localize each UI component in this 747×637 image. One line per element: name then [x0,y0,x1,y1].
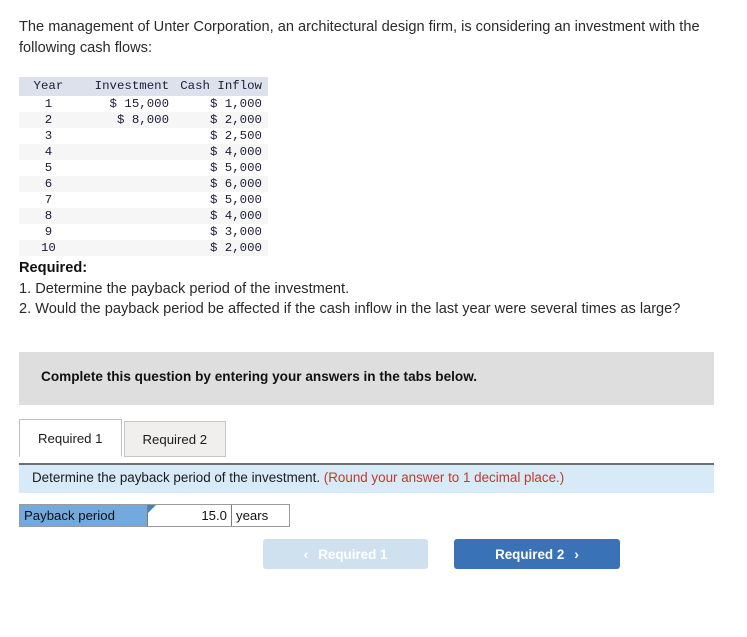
tab-required-2-label: Required 2 [142,431,208,447]
cell-cash-inflow: $ 5,000 [175,160,268,176]
chevron-left-icon: ‹ [303,546,309,562]
cell-cash-inflow: $ 4,000 [175,208,268,224]
cell-year: 8 [19,208,80,224]
cell-year: 9 [19,224,80,240]
cell-cash-inflow: $ 5,000 [175,192,268,208]
next-required-2-button[interactable]: Required 2 › [454,539,620,569]
cell-year: 3 [19,128,80,144]
cell-cash-inflow: $ 2,000 [175,240,268,256]
cell-year: 4 [19,144,80,160]
table-header-row: Year Investment Cash Inflow [19,77,268,96]
tab-required-1-label: Required 1 [38,430,103,446]
column-header-cash-inflow: Cash Inflow [175,77,268,96]
answer-label: Payback period [20,505,147,526]
required-item-2: 2. Would the payback period be affected … [19,301,681,317]
cell-investment [79,208,176,224]
cell-year: 7 [19,192,80,208]
cash-flow-table-wrapper: Year Investment Cash Inflow 1 $ 15,000 $… [19,77,268,256]
cell-investment [79,224,176,240]
question-prompt-wrapper: Determine the payback period of the inve… [32,470,564,485]
table-row: 2 $ 8,000 $ 2,000 [19,112,268,128]
cell-year: 6 [19,176,80,192]
tab-bar: Required 1 Required 2 [19,417,227,457]
answer-unit: years [236,508,269,523]
required-section: Required: 1. Determine the payback perio… [19,258,719,320]
cell-cash-inflow: $ 2,500 [175,128,268,144]
table-row: 5 $ 5,000 [19,160,268,176]
table-row: 8 $ 4,000 [19,208,268,224]
cell-cash-inflow: $ 1,000 [175,96,268,112]
required-item-1: 1. Determine the payback period of the i… [19,280,350,297]
intro-paragraph: The management of Unter Corporation, an … [19,19,700,56]
table-row: 6 $ 6,000 [19,176,268,192]
table-row: 10 $ 2,000 [19,240,268,256]
table-row: 4 $ 4,000 [19,144,268,160]
cell-cash-inflow: $ 6,000 [175,176,268,192]
instruction-banner-text: Complete this question by entering your … [41,369,478,384]
answer-row: Payback period 15.0 years [19,504,290,527]
cash-flow-table: Year Investment Cash Inflow 1 $ 15,000 $… [19,77,268,256]
payback-period-input[interactable]: 15.0 [147,505,232,526]
cash-flow-table-body: 1 $ 15,000 $ 1,000 2 $ 8,000 $ 2,000 3 $… [19,96,268,256]
chevron-right-icon: › [574,546,579,562]
next-button-label: Required 2 [495,546,565,562]
tab-required-2[interactable]: Required 2 [123,421,227,457]
cell-comment-flag-icon [148,505,156,513]
prev-button-label: Required 1 [318,546,388,562]
cell-cash-inflow: $ 4,000 [175,144,268,160]
cell-cash-inflow: $ 2,000 [175,112,268,128]
cell-year: 1 [19,96,80,112]
cell-year: 10 [19,240,80,256]
cell-investment [79,144,176,160]
question-prompt-text: Determine the payback period of the inve… [32,470,321,485]
required-heading: Required: [19,260,88,276]
instruction-banner: Complete this question by entering your … [19,352,714,405]
prev-required-1-button[interactable]: ‹ Required 1 [263,539,428,569]
column-header-year: Year [19,77,80,96]
payback-period-value: 15.0 [201,508,227,523]
cell-investment [79,160,176,176]
cell-investment: $ 8,000 [79,112,176,128]
cell-investment [79,128,176,144]
rounding-hint: (Round your answer to 1 decimal place.) [323,470,565,485]
question-prompt-bar: Determine the payback period of the inve… [19,463,714,493]
table-row: 3 $ 2,500 [19,128,268,144]
cell-investment: $ 15,000 [79,96,176,112]
cell-cash-inflow: $ 3,000 [175,224,268,240]
cell-year: 2 [19,112,80,128]
table-row: 1 $ 15,000 $ 1,000 [19,96,268,112]
table-row: 7 $ 5,000 [19,192,268,208]
cell-investment [79,176,176,192]
navigation-buttons: ‹ Required 1 Required 2 › [263,539,620,569]
cell-investment [79,192,176,208]
tab-required-1[interactable]: Required 1 [19,419,122,457]
cell-year: 5 [19,160,80,176]
table-row: 9 $ 3,000 [19,224,268,240]
cell-investment [79,240,176,256]
column-header-investment: Investment [79,77,176,96]
